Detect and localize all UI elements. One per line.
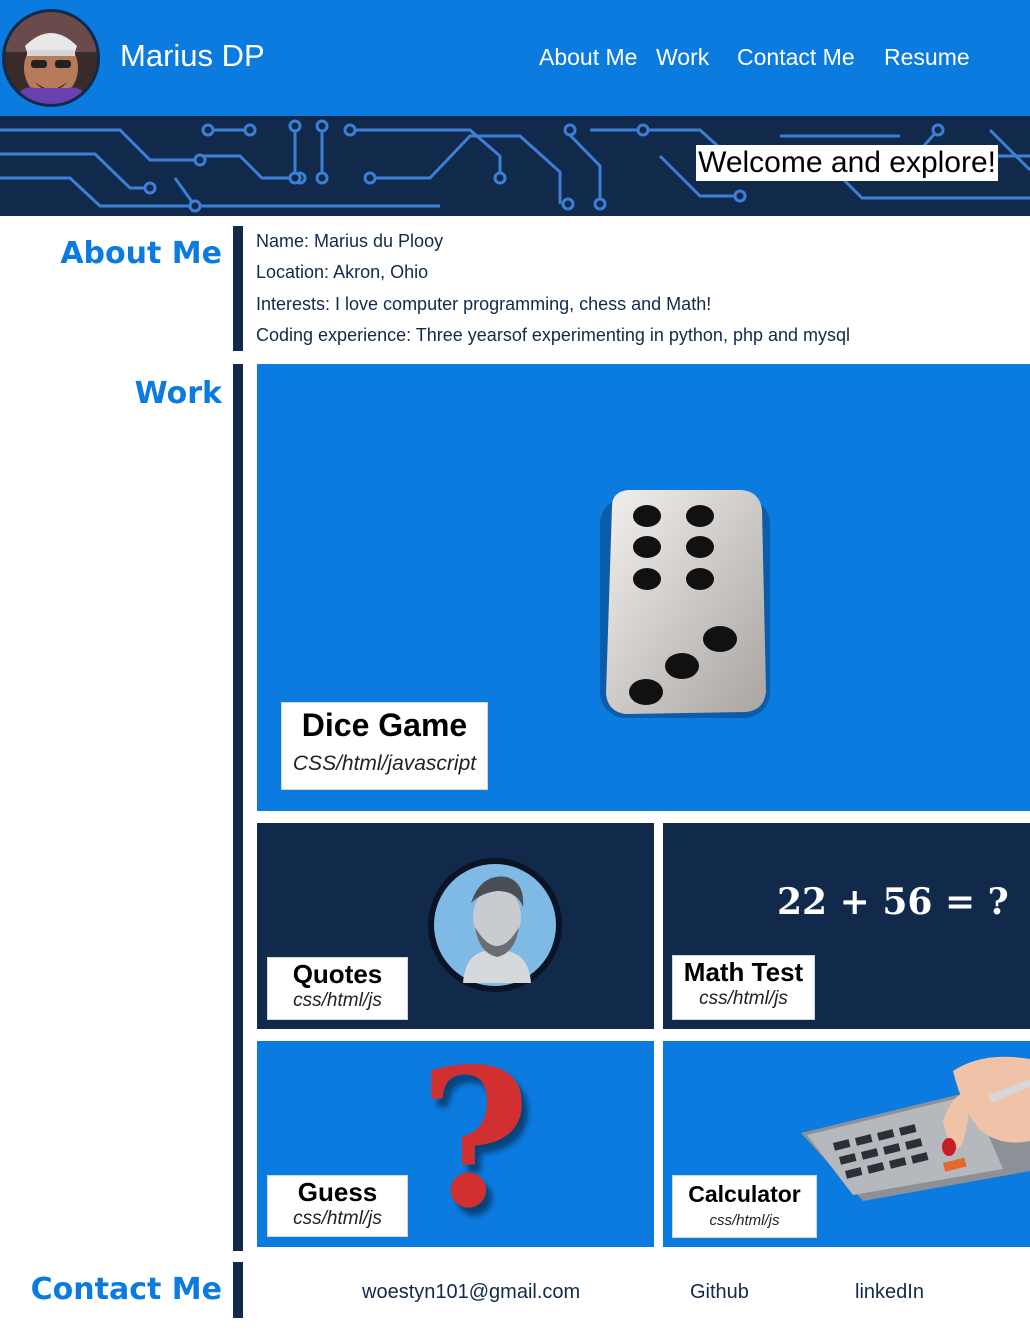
work-divider bbox=[233, 364, 243, 1251]
about-experience: Coding experience: Three yearsof experim… bbox=[256, 325, 851, 345]
about-location: Location: Akron, Ohio bbox=[256, 262, 429, 282]
nav-contact-me[interactable]: Contact Me bbox=[737, 44, 855, 71]
project-tile-guess[interactable]: ? Guess css/html/js bbox=[257, 1041, 654, 1247]
math-test-label: Math Test css/html/js bbox=[672, 955, 815, 1020]
project-tile-quotes[interactable]: Quotes css/html/js bbox=[257, 823, 654, 1029]
quotes-title: Quotes bbox=[292, 959, 383, 989]
welcome-message: Welcome and explore! bbox=[696, 145, 998, 181]
dice-game-label: Dice Game CSS/html/javascript bbox=[281, 702, 488, 790]
guess-title: Guess bbox=[297, 1177, 378, 1207]
site-header: Marius DP About Me Work Contact Me Resum… bbox=[0, 0, 1030, 116]
nav-resume[interactable]: Resume bbox=[884, 44, 970, 71]
dice-game-tech: CSS/html/javascript bbox=[292, 752, 477, 775]
dice-game-title: Dice Game bbox=[301, 707, 468, 743]
contact-divider bbox=[233, 1262, 243, 1318]
contact-github-link[interactable]: Github bbox=[690, 1281, 749, 1304]
guess-tech: css/html/js bbox=[293, 1208, 382, 1229]
contact-linkedin-link[interactable]: linkedIn bbox=[855, 1281, 924, 1304]
philosopher-bust-icon bbox=[428, 858, 562, 992]
calculator-label: Calculator css/html/js bbox=[672, 1175, 817, 1238]
quotes-label: Quotes css/html/js bbox=[267, 957, 408, 1020]
quotes-tech: css/html/js bbox=[293, 990, 382, 1011]
about-heading: About Me bbox=[60, 236, 222, 271]
math-test-title: Math Test bbox=[683, 957, 804, 987]
calculator-hand-icon bbox=[801, 1056, 1030, 1201]
contact-email-link[interactable]: woestyn101@gmail.com bbox=[362, 1281, 580, 1304]
hero-banner: Welcome and explore! bbox=[0, 116, 1030, 216]
project-tile-dice-game[interactable]: Dice Game CSS/html/javascript bbox=[257, 364, 1030, 811]
about-name: Name: Marius du Plooy bbox=[256, 231, 444, 251]
math-equation: 22 + 56 = ? bbox=[777, 881, 1009, 923]
guess-label: Guess css/html/js bbox=[267, 1175, 408, 1237]
project-tile-calculator[interactable]: Calculator css/html/js bbox=[663, 1041, 1030, 1247]
work-heading: Work bbox=[134, 376, 222, 411]
question-mark-icon: ? bbox=[419, 1041, 531, 1247]
nav-work[interactable]: Work bbox=[656, 44, 709, 71]
dice-icon bbox=[600, 490, 770, 718]
contact-heading: Contact Me bbox=[30, 1272, 222, 1307]
calculator-tech: css/html/js bbox=[709, 1212, 780, 1229]
profile-photo-icon bbox=[5, 12, 97, 104]
project-tile-math-test[interactable]: 22 + 56 = ? Math Test css/html/js bbox=[663, 823, 1030, 1029]
profile-avatar bbox=[2, 9, 100, 107]
math-test-tech: css/html/js bbox=[699, 988, 788, 1009]
brand-name[interactable]: Marius DP bbox=[120, 38, 265, 74]
about-interests: Interests: I love computer programming, … bbox=[256, 294, 712, 314]
nav-about-me[interactable]: About Me bbox=[539, 44, 637, 71]
about-divider bbox=[233, 226, 243, 351]
calculator-title: Calculator bbox=[688, 1181, 801, 1207]
